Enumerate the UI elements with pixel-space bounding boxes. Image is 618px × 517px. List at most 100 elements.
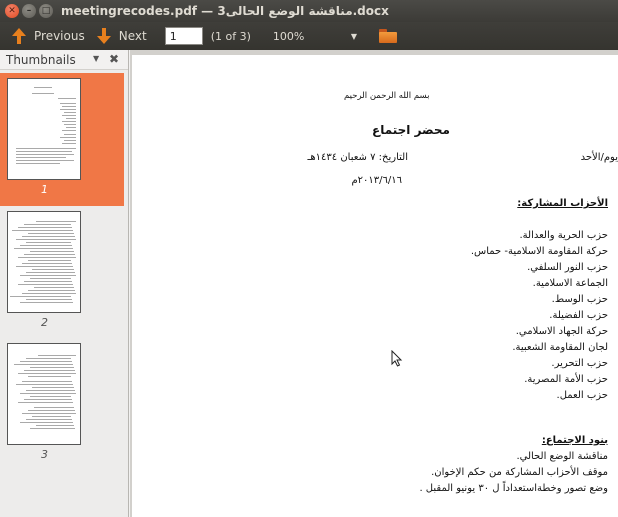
party-item: لجان المقاومة الشعبية. xyxy=(512,342,608,353)
thumbnail-text-line xyxy=(20,302,73,303)
thumbnail-text-line xyxy=(32,387,74,388)
zoom-value: 100% xyxy=(272,29,305,43)
title-bar: ✕ – □ meetingrecodes.pdf — مناقشة الوضع … xyxy=(0,0,618,22)
party-item: حزب النور السلفي. xyxy=(527,262,608,273)
sidebar-header: Thumbnails ▼ ✖ xyxy=(0,50,128,70)
thumbnail-text-line xyxy=(30,428,75,429)
thumbnail-text-line xyxy=(18,373,76,374)
thumbnail-label: 2 xyxy=(41,316,48,329)
thumbnail-text-line xyxy=(34,287,74,288)
thumbnail-text-line xyxy=(10,296,71,297)
dropdown-icon[interactable]: ▼ xyxy=(93,54,99,63)
thumbnail-text-line xyxy=(24,399,72,400)
previous-page-button[interactable]: Previous xyxy=(8,24,89,48)
close-icon: ✕ xyxy=(8,5,16,16)
parties-title: الأحزاب المشاركة: xyxy=(517,198,608,209)
thumbnail-text-line xyxy=(16,266,73,267)
thumbnail-text-line xyxy=(28,410,75,411)
thumbnail-text-line xyxy=(16,160,74,161)
party-item: حزب العمل. xyxy=(556,390,608,401)
thumbnail-text-line xyxy=(30,367,74,368)
party-item: حزب الفضيلة. xyxy=(549,310,608,321)
zoom-select[interactable]: 100% xyxy=(273,30,343,43)
thumbnail-text-line xyxy=(28,233,74,234)
close-icon[interactable]: ✖ xyxy=(109,52,119,66)
previous-label: Previous xyxy=(34,29,85,43)
sidebar-title[interactable]: Thumbnails xyxy=(6,53,76,67)
sidebar: Thumbnails ▼ ✖ 1 2 3 xyxy=(0,50,129,517)
thumbnail-text-line xyxy=(32,93,54,94)
thumbnail-text-line xyxy=(16,163,60,164)
thumbnail-text-line xyxy=(60,137,76,138)
bismillah: بسم الله الرحمن الرحيم xyxy=(344,91,430,101)
thumbnail-text-line xyxy=(62,130,76,131)
thumbnail-text-line xyxy=(66,127,76,128)
party-item: حزب التحرير. xyxy=(551,358,608,369)
page-count: (1 of 3) xyxy=(210,29,251,43)
agenda-item: وضع تصور وخطةاستعداداً ل ٣٠ يونيو المقبل… xyxy=(419,483,608,494)
arrow-down-icon xyxy=(96,28,111,44)
thumbnail-text-line xyxy=(24,224,71,225)
thumbnail-text-line xyxy=(58,98,76,99)
thumbnail-text-line xyxy=(14,364,73,365)
mouse-pointer-icon xyxy=(391,350,403,367)
window-close-button[interactable]: ✕ xyxy=(5,4,19,18)
thumbnail-page-1[interactable]: 1 xyxy=(0,73,124,206)
party-item: الجماعة الاسلامية. xyxy=(532,278,608,289)
thumbnail-text-line xyxy=(18,402,73,403)
meeting-day: يوم/الأحد xyxy=(580,152,618,163)
thumbnail-text-line xyxy=(24,370,75,371)
thumbnail-text-line xyxy=(62,115,76,116)
thumbnail-text-line xyxy=(16,151,72,152)
next-page-button[interactable]: Next xyxy=(93,24,151,48)
thumbnail-image xyxy=(7,211,81,313)
party-item: حركة المقاومة الاسلامية- حماس. xyxy=(470,246,608,257)
thumbnail-text-line xyxy=(36,425,74,426)
window-maximize-button[interactable]: □ xyxy=(39,4,53,18)
thumbnail-text-line xyxy=(26,299,72,300)
thumbnail-text-line xyxy=(20,361,72,362)
party-item: حزب الأمة المصرية. xyxy=(524,374,608,385)
window-minimize-button[interactable]: – xyxy=(22,4,36,18)
thumbnail-text-line xyxy=(60,109,76,110)
thumbnail-text-line xyxy=(28,290,75,291)
thumbnail-text-line xyxy=(28,260,71,261)
thumbnail-text-line xyxy=(62,121,76,122)
thumbnail-text-line xyxy=(64,124,76,125)
thumbnail-text-line xyxy=(30,396,71,397)
page-number-input[interactable] xyxy=(164,27,203,45)
thumbnail-text-line xyxy=(30,278,71,279)
thumbnail-text-line xyxy=(14,248,73,249)
thumbnail-text-line xyxy=(66,118,76,119)
chevron-down-icon[interactable]: ▼ xyxy=(351,32,357,41)
agenda-title: بنود الاجتماع: xyxy=(541,435,608,446)
thumbnail-text-line xyxy=(22,293,76,294)
thumbnail-page-2[interactable]: 2 xyxy=(0,208,124,338)
thumbnail-label: 3 xyxy=(41,448,48,461)
window-title: meetingrecodes.pdf — مناقشة الوضع الحالى… xyxy=(61,4,389,18)
party-item: حزب الوسط. xyxy=(551,294,608,305)
document-page: بسم الله الرحمن الرحيم محضر اجتماع يوم/ا… xyxy=(132,55,618,517)
thumbnail-page-3[interactable]: 3 xyxy=(0,340,124,470)
thumbnail-text-line xyxy=(20,422,73,423)
thumbnail-text-line xyxy=(62,106,76,107)
meeting-date-gregorian: ٢٠١٣/٦/١٦م xyxy=(351,175,402,186)
thumbnail-text-line xyxy=(60,103,76,104)
document-view[interactable]: بسم الله الرحمن الرحيم محضر اجتماع يوم/ا… xyxy=(130,50,618,517)
thumbnail-label: 1 xyxy=(41,183,48,196)
thumbnail-text-line xyxy=(20,275,76,276)
thumbnail-text-line xyxy=(64,112,76,113)
thumbnail-text-line xyxy=(24,281,72,282)
agenda-item: مناقشة الوضع الحالي. xyxy=(516,451,608,462)
thumbnail-image xyxy=(7,343,81,445)
thumbnail-text-line xyxy=(36,221,76,222)
folder-icon[interactable] xyxy=(379,29,398,43)
thumbnail-text-line xyxy=(34,87,52,88)
thumbnail-text-line xyxy=(18,257,76,258)
thumbnail-text-line xyxy=(22,263,72,264)
minimize-icon: – xyxy=(26,5,32,16)
thumbnail-text-line xyxy=(64,134,76,135)
thumbnail-text-line xyxy=(26,242,71,243)
next-label: Next xyxy=(118,29,147,43)
thumbnail-text-line xyxy=(26,419,72,420)
